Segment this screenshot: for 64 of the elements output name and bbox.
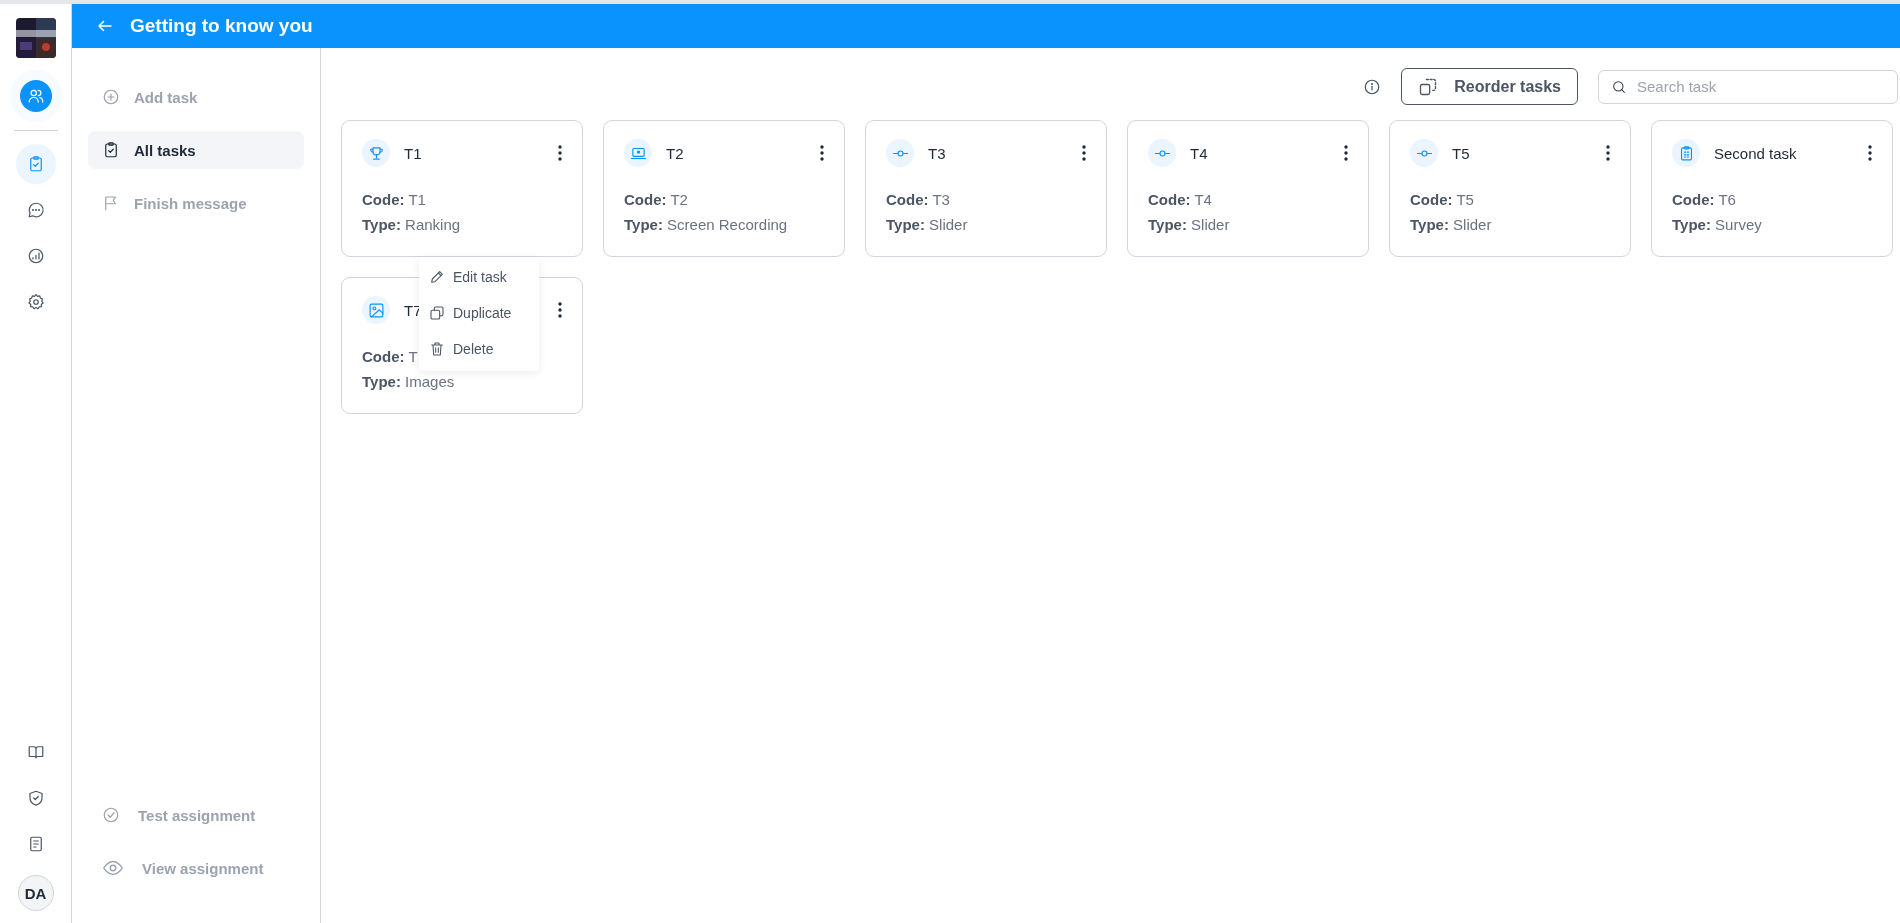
more-options-button[interactable] (1082, 145, 1086, 161)
task-type: Type: Survey (1672, 216, 1762, 233)
pencil-icon (429, 269, 445, 285)
task-card[interactable]: T4 Code: T4 Type: Slider (1127, 120, 1369, 257)
task-title: T4 (1190, 144, 1208, 162)
task-code: Code: T6 (1672, 191, 1736, 208)
menu-item[interactable]: Edit task (419, 259, 539, 295)
task-type: Type: Slider (886, 216, 968, 233)
task-card[interactable]: T1 Code: T1 Type: Ranking (341, 120, 583, 257)
user-avatar[interactable]: DA (17, 875, 54, 911)
kebab-icon (1606, 145, 1610, 161)
task-type: Type: Screen Recording (624, 216, 788, 233)
nav-clipboard-button[interactable] (15, 144, 56, 184)
chart-icon (26, 247, 45, 265)
task-code: Code: T2 (624, 191, 688, 208)
task-type: Type: Images (362, 373, 455, 390)
task-type: Type: Ranking (362, 216, 461, 233)
task-code: Code: T (362, 348, 418, 365)
page-title: Getting to know you (130, 15, 313, 37)
task-type: Type: Slider (1148, 216, 1230, 233)
add-icon (102, 88, 120, 106)
sidebar-item[interactable]: All tasks (88, 131, 304, 169)
task-title: T3 (928, 144, 946, 162)
chat-icon (26, 201, 45, 219)
book-icon (26, 743, 45, 761)
kebab-icon (820, 145, 824, 161)
menu-item[interactable]: Delete (419, 331, 539, 367)
task-card[interactable]: T5 Code: T5 Type: Slider (1389, 120, 1631, 257)
settings-icon (26, 293, 45, 311)
more-options-button[interactable] (1344, 145, 1348, 161)
task-code: Code: T1 (362, 191, 426, 208)
more-options-button[interactable] (558, 145, 562, 161)
task-code: Code: T4 (1148, 191, 1212, 208)
shield-icon (26, 789, 45, 807)
task-title: Second task (1714, 144, 1797, 162)
task-title: T2 (666, 144, 684, 162)
more-options-button[interactable] (1606, 145, 1610, 161)
trash-icon (429, 341, 445, 357)
users-icon (26, 87, 45, 105)
search-icon (1611, 78, 1627, 95)
search-field[interactable]: Search task (1598, 69, 1898, 104)
clipboard-icon (102, 141, 120, 159)
more-options-button[interactable] (820, 145, 824, 161)
more-options-button[interactable] (1868, 145, 1872, 161)
task-card[interactable]: Second task Code: T6 Type: Survey (1651, 120, 1893, 257)
kebab-icon (558, 302, 562, 318)
kebab-icon (1082, 145, 1086, 161)
reorder-tasks-button[interactable]: Reorder tasks (1401, 68, 1578, 105)
task-card[interactable]: T2 Code: T2 Type: Screen Recording (603, 120, 845, 257)
task-code: Code: T5 (1410, 191, 1474, 208)
kebab-icon (1344, 145, 1348, 161)
kebab-icon (1868, 145, 1872, 161)
task-code: Code: T3 (886, 191, 950, 208)
task-type: Type: Slider (1410, 216, 1492, 233)
copy-icon (429, 305, 445, 321)
task-title: T1 (404, 144, 422, 162)
task-title: T5 (1452, 144, 1470, 162)
menu-item[interactable]: Duplicate (419, 295, 539, 331)
task-card[interactable]: T3 Code: T3 Type: Slider (865, 120, 1107, 257)
check-circle-icon (102, 806, 120, 824)
stacked-squares-icon (1418, 76, 1439, 97)
more-options-button[interactable] (558, 302, 562, 318)
info-icon (1363, 77, 1382, 96)
kebab-icon (558, 145, 562, 161)
